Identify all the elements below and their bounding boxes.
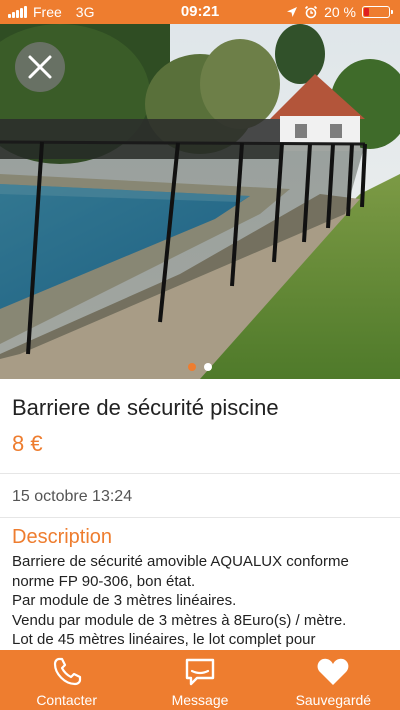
heart-icon (317, 658, 349, 685)
image-pagination (0, 363, 400, 371)
close-button[interactable] (15, 42, 65, 92)
save-label: Sauvegardé (295, 692, 372, 708)
close-icon (28, 55, 52, 79)
phone-icon (53, 657, 81, 686)
status-right: 20 % (286, 0, 393, 24)
listing-price: 8 € (12, 431, 43, 456)
listing-date: 15 octobre 13:24 (12, 488, 133, 505)
contact-label: Contacter (36, 692, 98, 708)
message-button[interactable]: Message (133, 650, 266, 710)
battery-fill (364, 8, 369, 16)
listing-details: Barriere de sécurité piscine 8 € 15 octo… (0, 379, 400, 669)
save-button[interactable]: Sauvegardé (267, 650, 400, 710)
message-label: Message (171, 692, 229, 708)
listing-photo[interactable] (0, 24, 400, 379)
description-heading: Description (12, 526, 113, 548)
battery-icon (362, 6, 393, 18)
listing-title: Barriere de sécurité piscine (12, 395, 279, 420)
bottom-action-bar: Contacter Message Sauvegardé (0, 650, 400, 710)
pagination-dot[interactable] (188, 363, 196, 371)
pagination-dot[interactable] (204, 363, 212, 371)
battery-percent: 20 % (324, 4, 356, 20)
location-arrow-icon (287, 7, 298, 17)
message-icon (185, 658, 215, 686)
status-bar: Free 3G 09:21 20 % (0, 0, 400, 24)
alarm-clock-icon (305, 5, 318, 19)
contact-button[interactable]: Contacter (0, 650, 133, 710)
